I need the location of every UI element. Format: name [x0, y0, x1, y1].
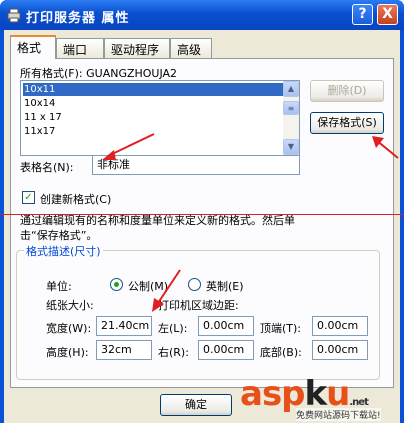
format-description-group: [16, 250, 380, 380]
save-format-button[interactable]: 保存格式(S): [310, 112, 384, 134]
top-margin-label: 顶端(T):: [260, 322, 302, 335]
metric-radio[interactable]: [110, 278, 123, 291]
window: 打印服务器 属性 ? X 格式 端口 驱动程序 高级 所有格式(F): GUAN…: [0, 0, 404, 423]
imperial-radio[interactable]: [188, 278, 201, 291]
window-title: 打印服务器 属性: [26, 11, 130, 26]
left-margin-label: 左(L):: [158, 322, 188, 335]
unit-label: 单位:: [46, 280, 72, 293]
all-formats-label: 所有格式(F): GUANGZHOUJA2: [20, 67, 178, 80]
scroll-down-icon[interactable]: ▼: [283, 139, 299, 155]
list-item[interactable]: 11 x 17: [23, 111, 283, 124]
annotation-arrow-icon: [152, 269, 181, 312]
format-list[interactable]: 10x11 10x14 11 x 17 11x17 ▲ ≡ ▼: [20, 80, 300, 156]
annotation-arrow-icon: [102, 133, 155, 160]
left-margin-input[interactable]: 0.00cm: [198, 316, 254, 336]
right-margin-label: 右(R):: [158, 346, 189, 359]
dialog-body: 格式 端口 驱动程序 高级 所有格式(F): GUANGZHOUJA2 10x1…: [4, 30, 400, 423]
create-new-label: 创建新格式(C): [40, 193, 112, 206]
watermark-subtitle: 免费网站源码下载站!: [296, 408, 381, 421]
printer-icon: [7, 8, 21, 23]
annotation-arrow-icon: [372, 136, 399, 159]
annotation-line: [0, 214, 404, 215]
scroll-thumb[interactable]: ≡: [283, 101, 299, 115]
imperial-label: 英制(E): [206, 280, 244, 293]
tab-drivers[interactable]: 驱动程序: [104, 38, 170, 58]
width-label: 宽度(W):: [46, 322, 92, 335]
bottom-margin-label: 底部(B):: [260, 346, 302, 359]
paper-size-label: 纸张大小:: [46, 299, 94, 312]
right-margin-input[interactable]: 0.00cm: [198, 340, 254, 360]
top-margin-input[interactable]: 0.00cm: [312, 316, 368, 336]
list-item[interactable]: 10x14: [23, 97, 283, 110]
form-name-label: 表格名(N):: [20, 161, 74, 174]
create-new-checkbox[interactable]: ✓: [22, 191, 35, 204]
tab-ports[interactable]: 端口: [56, 38, 104, 58]
title-bar[interactable]: 打印服务器 属性 ? X: [0, 0, 404, 30]
scroll-up-icon[interactable]: ▲: [283, 81, 299, 97]
group-title: 格式描述(尺寸): [24, 243, 103, 259]
height-label: 高度(H):: [46, 346, 89, 359]
bottom-margin-input[interactable]: 0.00cm: [312, 340, 368, 360]
close-button[interactable]: X: [377, 4, 398, 25]
help-button[interactable]: ?: [352, 4, 373, 25]
height-input[interactable]: 32cm: [96, 340, 152, 360]
delete-button[interactable]: 删除(D): [310, 80, 384, 102]
list-scrollbar[interactable]: ▲ ≡ ▼: [283, 81, 299, 155]
tab-format[interactable]: 格式: [10, 35, 56, 59]
ok-button[interactable]: 确定: [160, 394, 232, 416]
list-item[interactable]: 10x11: [23, 83, 283, 96]
tab-advanced[interactable]: 高级: [170, 38, 212, 58]
description-text: 通过编辑现有的名称和度量单位来定义新的格式。然后单击“保存格式”。: [20, 214, 295, 242]
width-input[interactable]: 21.40cm: [96, 316, 152, 336]
